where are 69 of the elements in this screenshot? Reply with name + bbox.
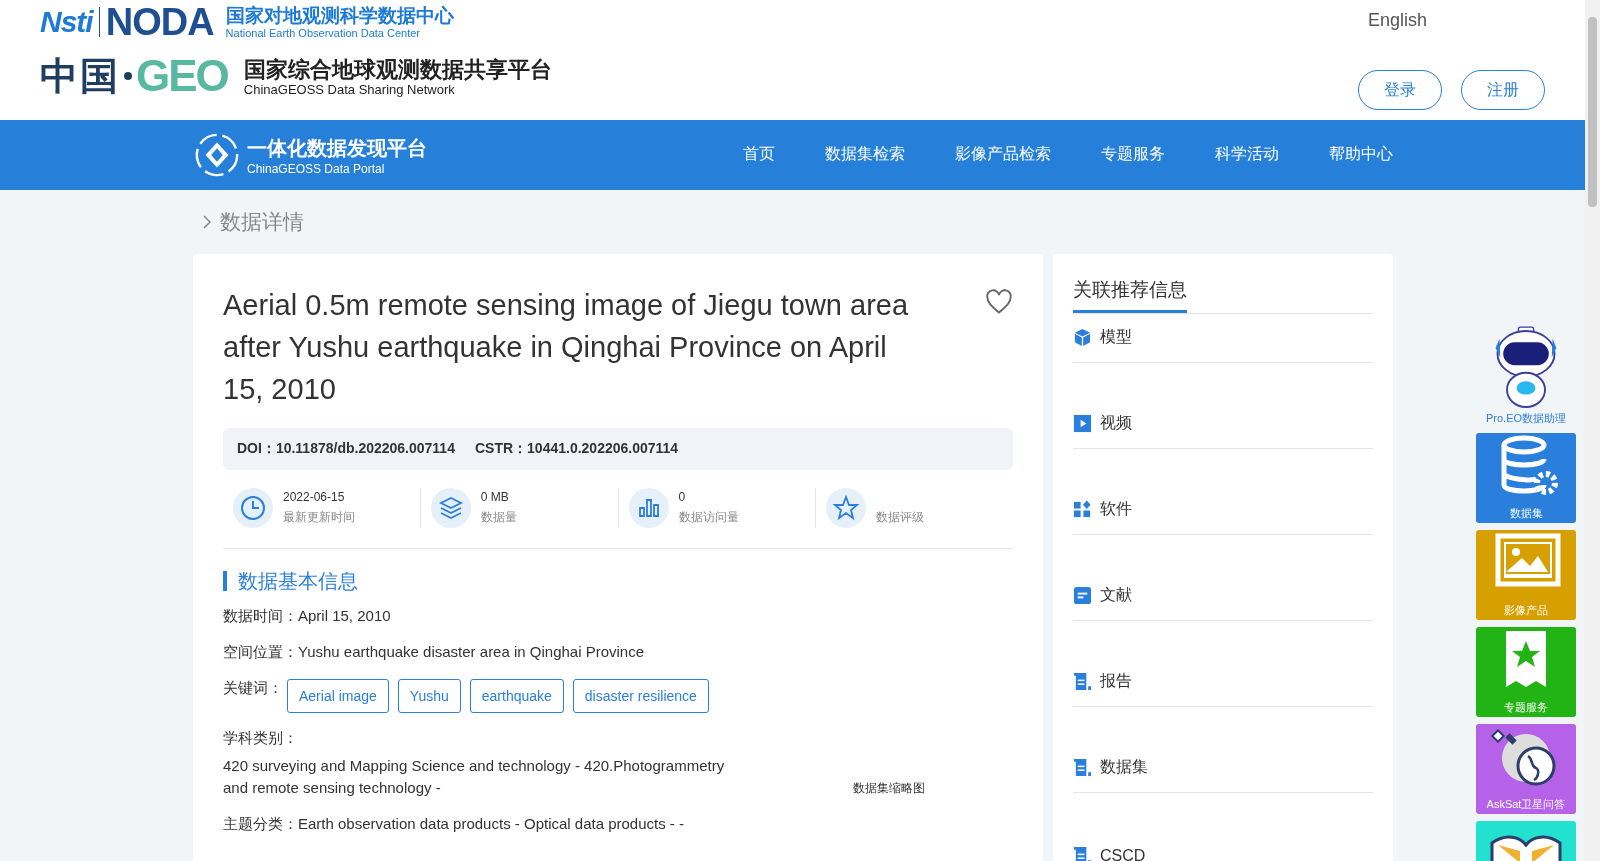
related-link[interactable]: 视频	[1073, 413, 1132, 434]
nav-link[interactable]: 专题服务	[1101, 139, 1165, 171]
keyword-tag[interactable]: Aerial image	[287, 679, 389, 713]
nav-link[interactable]: 首页	[743, 139, 775, 171]
document-icon	[1073, 586, 1092, 605]
keyword-tag[interactable]: earthquake	[469, 679, 564, 713]
stat-value: 0	[678, 490, 687, 504]
geo-logo: GEO	[136, 51, 228, 101]
stat-value: 2022-06-15	[283, 490, 346, 504]
bar-chart-icon	[628, 488, 669, 528]
nav-link[interactable]: 影像产品检索	[955, 139, 1051, 171]
field-label: 学科类别：	[223, 728, 299, 748]
field-label: 关键词：	[223, 678, 283, 698]
stat-value: 0 MB	[480, 490, 510, 504]
scrollbar[interactable]	[1585, 0, 1600, 861]
auth-button[interactable]: 注册	[1461, 70, 1545, 110]
cube-icon	[1073, 328, 1092, 347]
related-link[interactable]: CSCD	[1073, 846, 1146, 861]
info-field: 数据时间：April 15, 2010	[223, 605, 743, 627]
info-field: 主题分类：Earth observation data products - Optical data products - -	[223, 813, 743, 835]
related-link[interactable]: 模型	[1073, 327, 1132, 348]
dot-icon	[124, 72, 132, 80]
stat-label: 数据访问量	[678, 509, 739, 526]
breadcrumb: 数据详情	[220, 209, 304, 235]
platform-name: 国家综合地球观测数据共享平台	[243, 56, 552, 83]
center-name: 国家对地观测科学数据中心	[225, 4, 454, 27]
nav-link[interactable]: 科学活动	[1215, 139, 1279, 171]
keyword-tag[interactable]: Yushu	[397, 679, 461, 713]
report-icon	[1073, 672, 1092, 691]
doi-text: DOI：10.11878/db.202206.007114	[237, 440, 455, 458]
chevron-right-icon	[203, 215, 211, 229]
assistant-label[interactable]: Pro.EO数据助理	[1485, 411, 1567, 426]
dataset-title: Aerial 0.5m remote sensing image of Jiegu town area after Yushu earthquake in Qinghai Province on April 15, 2010	[223, 288, 910, 407]
layers-icon	[430, 488, 471, 528]
field-value: 420 surveying and Mapping Science and technology - 420.Photogrammetry and remote sensing technology -	[223, 756, 726, 798]
clock-icon	[233, 488, 273, 528]
section-heading: 数据基本信息	[223, 571, 1013, 591]
platform-name-english: ChinaGEOSS Data Sharing Network	[243, 82, 456, 96]
stat-label: 数据评级	[876, 509, 925, 526]
nav-link[interactable]: 帮助中心	[1329, 139, 1393, 171]
stat-label: 最新更新时间	[283, 509, 355, 526]
language-link[interactable]: English	[1367, 10, 1427, 31]
china-logo: 中国	[40, 51, 120, 100]
heart-icon[interactable]	[985, 288, 1013, 316]
shortcut-tile[interactable]: AskSat卫星问答	[1476, 724, 1576, 814]
stat-label: 数据量	[480, 509, 517, 526]
center-name-english: National Earth Observation Data Center	[225, 26, 421, 40]
nav-link[interactable]: 数据集检索	[825, 139, 905, 171]
related-link[interactable]: 报告	[1073, 671, 1132, 692]
shortcut-tile[interactable]: 影像产品	[1476, 530, 1576, 620]
shortcut-tile[interactable]: 专题服务	[1476, 627, 1576, 717]
grid-icon	[1073, 500, 1092, 519]
play-icon	[1073, 414, 1092, 433]
keyword-tag[interactable]: disaster resilience	[572, 679, 709, 713]
noda-logo: NODA	[105, 0, 214, 44]
portal-subtitle: ChinaGEOSS Data Portal	[247, 161, 386, 176]
related-link[interactable]: 数据集	[1073, 757, 1148, 778]
related-link[interactable]: 文献	[1073, 585, 1132, 606]
cstr-text: CSTR：10441.0.202206.007114	[474, 440, 679, 458]
shortcut-tile[interactable]: 数据集	[1476, 433, 1576, 523]
related-link[interactable]: 软件	[1073, 499, 1132, 520]
related-title[interactable]: 关联推荐信息	[1073, 274, 1187, 313]
globe-logo-icon	[193, 131, 241, 179]
auth-button[interactable]: 登录	[1358, 70, 1442, 110]
report-icon	[1073, 758, 1092, 777]
info-field: 空间位置：Yushu earthquake disaster area in Qinghai Province	[223, 641, 743, 663]
nsti-logo: Nsti	[40, 5, 93, 39]
thumbnail-caption: 数据集缩略图	[853, 780, 925, 797]
portal-title: 一体化数据发现平台	[247, 135, 427, 161]
